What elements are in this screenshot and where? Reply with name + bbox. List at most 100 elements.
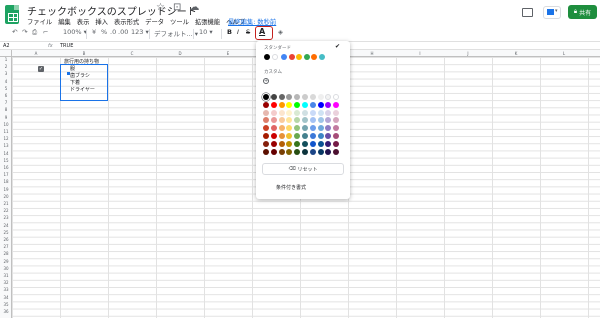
color-swatch[interactable]: [278, 101, 285, 108]
color-swatch[interactable]: [270, 140, 277, 147]
color-swatch[interactable]: [301, 117, 308, 124]
color-swatch[interactable]: [278, 94, 285, 100]
color-swatch[interactable]: [271, 54, 278, 60]
row-header[interactable]: 20: [0, 194, 12, 199]
column-header[interactable]: C: [108, 51, 156, 56]
color-swatch[interactable]: [309, 109, 316, 116]
row-header[interactable]: 25: [0, 230, 12, 235]
color-swatch[interactable]: [278, 125, 285, 132]
color-swatch[interactable]: [294, 94, 301, 100]
color-swatch[interactable]: [263, 117, 269, 124]
color-swatch[interactable]: [286, 132, 293, 139]
color-swatch[interactable]: [303, 54, 310, 60]
color-swatch[interactable]: [278, 148, 285, 155]
color-swatch[interactable]: [301, 101, 308, 108]
row-header[interactable]: 36: [0, 309, 12, 314]
color-swatch[interactable]: [294, 140, 301, 147]
color-swatch[interactable]: [263, 140, 269, 147]
color-swatch[interactable]: [294, 125, 301, 132]
select-all-corner[interactable]: [0, 50, 12, 57]
cell-b3[interactable]: 歯ブラシ: [70, 72, 90, 79]
color-swatch[interactable]: [318, 54, 325, 60]
row-header[interactable]: 12: [0, 136, 12, 141]
color-swatch[interactable]: [270, 125, 277, 132]
undo-icon[interactable]: ↶: [12, 28, 17, 36]
color-swatch[interactable]: [286, 140, 293, 147]
color-swatch[interactable]: [270, 117, 277, 124]
color-swatch[interactable]: [263, 132, 269, 139]
color-swatch[interactable]: [301, 132, 308, 139]
cell-b4[interactable]: 下着: [70, 79, 80, 86]
font-family-select[interactable]: デフォルト... ▾: [154, 28, 198, 38]
color-swatch[interactable]: [317, 117, 324, 124]
color-swatch[interactable]: [301, 125, 308, 132]
row-header[interactable]: 13: [0, 143, 12, 148]
color-swatch[interactable]: [317, 94, 324, 100]
color-swatch[interactable]: [278, 140, 285, 147]
color-swatch[interactable]: [281, 54, 287, 60]
color-swatch[interactable]: [333, 117, 340, 124]
menu-item[interactable]: データ: [145, 17, 164, 26]
formula-input[interactable]: TRUE: [60, 43, 73, 49]
row-header[interactable]: 33: [0, 287, 12, 292]
add-custom-color-icon[interactable]: +: [263, 78, 269, 84]
column-header[interactable]: E: [204, 51, 252, 56]
percent-format-button[interactable]: %: [101, 28, 107, 36]
fill-color-icon[interactable]: ◈: [278, 28, 283, 36]
color-swatch[interactable]: [294, 117, 301, 124]
row-header[interactable]: 21: [0, 201, 12, 206]
color-swatch[interactable]: [325, 117, 332, 124]
italic-button[interactable]: I: [237, 28, 239, 36]
color-swatch[interactable]: [270, 109, 277, 116]
color-swatch[interactable]: [309, 140, 316, 147]
color-swatch[interactable]: [317, 101, 324, 108]
row-header[interactable]: 5: [0, 86, 12, 91]
color-swatch[interactable]: [263, 125, 269, 132]
row-header[interactable]: 29: [0, 259, 12, 264]
strikethrough-button[interactable]: S: [246, 28, 250, 36]
color-swatch[interactable]: [309, 117, 316, 124]
row-header[interactable]: 8: [0, 107, 12, 112]
cell-a2-checkbox[interactable]: ✓: [38, 66, 44, 72]
row-header[interactable]: 11: [0, 129, 12, 134]
color-swatch[interactable]: [309, 125, 316, 132]
color-swatch[interactable]: [311, 54, 317, 60]
color-swatch[interactable]: [294, 148, 301, 155]
row-header[interactable]: 6: [0, 93, 12, 98]
color-swatch[interactable]: [301, 94, 308, 100]
color-swatch[interactable]: [325, 140, 332, 147]
color-swatch[interactable]: [325, 132, 332, 139]
color-swatch[interactable]: [333, 140, 340, 147]
color-swatch[interactable]: [333, 125, 340, 132]
row-header[interactable]: 3: [0, 71, 12, 76]
row-header[interactable]: 23: [0, 215, 12, 220]
row-header[interactable]: 19: [0, 187, 12, 192]
menu-item[interactable]: 編集: [58, 17, 71, 26]
color-swatch[interactable]: [286, 94, 293, 100]
column-header[interactable]: L: [540, 51, 588, 56]
redo-icon[interactable]: ↷: [22, 28, 27, 36]
present-button[interactable]: [543, 6, 561, 19]
comment-history-icon[interactable]: [522, 8, 533, 17]
row-header[interactable]: 31: [0, 273, 12, 278]
bold-button[interactable]: B: [227, 28, 232, 36]
color-swatch[interactable]: [317, 132, 324, 139]
color-swatch[interactable]: [309, 101, 316, 108]
color-swatch[interactable]: [301, 148, 308, 155]
name-box[interactable]: A2: [3, 43, 10, 49]
row-header[interactable]: 2: [0, 64, 12, 69]
color-swatch[interactable]: [333, 94, 340, 100]
column-header[interactable]: J: [444, 51, 492, 56]
row-header[interactable]: 9: [0, 115, 12, 120]
color-swatch[interactable]: [270, 94, 277, 100]
color-swatch[interactable]: [286, 101, 293, 108]
color-swatch[interactable]: [288, 54, 295, 60]
row-header[interactable]: 10: [0, 122, 12, 127]
color-swatch[interactable]: [325, 94, 332, 100]
color-swatch[interactable]: [333, 148, 340, 155]
reset-button[interactable]: ⌫ リセット: [262, 163, 344, 175]
color-swatch[interactable]: [270, 101, 277, 108]
color-swatch[interactable]: [294, 109, 301, 116]
row-header[interactable]: 28: [0, 251, 12, 256]
color-swatch[interactable]: [264, 54, 270, 60]
